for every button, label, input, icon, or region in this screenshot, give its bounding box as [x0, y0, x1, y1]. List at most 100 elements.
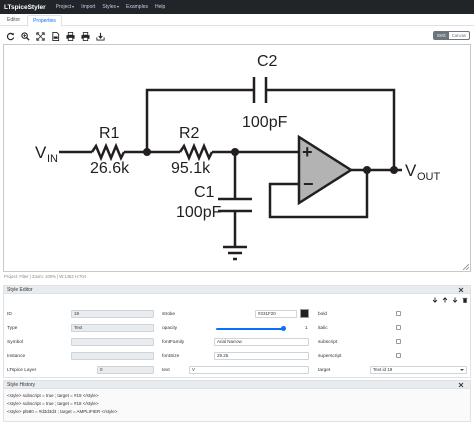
download-button[interactable] [94, 31, 107, 42]
c2-left-wire [145, 88, 254, 152]
italic-checkbox[interactable] [396, 325, 401, 330]
history-entry[interactable]: <style> subscript = true ; target = #19 … [7, 393, 99, 398]
bold-label: bold [318, 312, 328, 317]
opacity-slider-track[interactable] [216, 328, 284, 330]
symbol-field[interactable] [71, 338, 154, 346]
r1-value[interactable]: 26.6k [90, 160, 130, 177]
move-up-button[interactable] [440, 296, 450, 304]
style-editor-actions [430, 296, 470, 304]
junction-dot [231, 148, 239, 156]
print-alt-button[interactable] [79, 31, 92, 42]
svg-view-button[interactable]: SVG [433, 32, 449, 39]
history-entry[interactable]: <style> pl580 = #d3d3d3 ; target = AMPLI… [7, 409, 117, 414]
ltspice-layer-label: LTspice Layer [7, 368, 37, 373]
vout-label[interactable]: V [405, 161, 417, 180]
print-alt-icon [81, 31, 90, 41]
print-button[interactable] [64, 31, 77, 42]
fontfamily-field[interactable]: Arial Narrow [214, 338, 309, 346]
r2-resistor[interactable] [178, 142, 214, 162]
id-label: ID [7, 312, 12, 317]
type-label: Type [7, 326, 18, 331]
status-line: Project: Filter | Zoom: 100% | W:1453 H:… [4, 274, 86, 279]
fontsize-field[interactable]: 29.25 [214, 352, 309, 360]
delete-button[interactable] [460, 296, 470, 304]
chevron-down-icon [460, 369, 464, 371]
symbol-label: Symbol [7, 340, 23, 345]
close-editor-icon[interactable] [458, 287, 464, 293]
target-select[interactable]: Text id 19 [370, 366, 467, 374]
superscript-checkbox[interactable] [396, 353, 401, 358]
schematic-diagram: C2 100pF R1 26.6k R2 95.1k C1 100pF V IN… [35, 53, 441, 261]
arrow-up-icon [442, 297, 448, 303]
instance-label: Instance [7, 354, 26, 359]
view-toggle: SVG Canvas [432, 31, 470, 40]
top-navbar: LTspiceStyler Project Import Styles Exam… [0, 0, 474, 14]
nav-project-menu[interactable]: Project [56, 4, 75, 10]
chevron-down-icon [117, 5, 120, 8]
zoom-in-icon [21, 31, 30, 41]
style-editor-header: Style Editor [3, 285, 471, 294]
stroke-field[interactable]: #231F20 [255, 310, 297, 318]
canvas-toolbar [4, 29, 109, 43]
ltspice-layer-field[interactable]: 0 [97, 366, 154, 374]
refresh-icon [6, 32, 15, 40]
canvas-view-button[interactable]: Canvas [449, 32, 469, 39]
c2-value[interactable]: 100pF [242, 114, 288, 131]
export-pdf-button[interactable] [49, 31, 62, 42]
opamp-plus-sign: + [302, 142, 313, 162]
vin-subscript[interactable]: IN [47, 153, 58, 165]
opacity-slider-thumb[interactable] [281, 326, 286, 331]
target-label: target [318, 368, 331, 373]
c1-label[interactable]: C1 [194, 184, 215, 201]
r1-label[interactable]: R1 [99, 125, 120, 142]
type-field[interactable]: Text [71, 324, 154, 332]
pdf-file-icon [52, 31, 60, 41]
fit-screen-button[interactable] [34, 31, 47, 42]
tab-editor[interactable]: Editor [2, 15, 25, 26]
trash-icon [462, 297, 468, 303]
resize-handle-icon[interactable] [463, 264, 469, 270]
nav-help[interactable]: Help [155, 4, 165, 10]
nav-examples[interactable]: Examples [126, 4, 148, 10]
tab-properties[interactable]: Properties [27, 15, 62, 27]
print-icon [66, 31, 75, 41]
main-tabs: Editor Properties [0, 15, 474, 27]
junction-dot [143, 148, 151, 156]
r2-value[interactable]: 95.1k [171, 160, 211, 177]
c1-value[interactable]: 100pF [176, 204, 222, 221]
c2-label[interactable]: C2 [257, 53, 278, 70]
arrow-down-icon [432, 297, 438, 303]
move-down-button[interactable] [450, 296, 460, 304]
text-label: text [162, 368, 170, 373]
id-field[interactable]: 19 [71, 310, 154, 318]
fit-screen-icon [36, 31, 45, 41]
close-history-icon[interactable] [458, 382, 464, 388]
chevron-down-icon [72, 5, 75, 8]
zoom-in-button[interactable] [19, 31, 32, 42]
instance-field[interactable] [71, 352, 154, 360]
vout-subscript[interactable]: OUT [417, 171, 441, 183]
r1-resistor[interactable] [90, 142, 126, 162]
nav-styles-menu[interactable]: Styles [102, 4, 120, 10]
fontsize-label: fontSize [162, 354, 180, 359]
superscript-label: superscript [318, 354, 342, 359]
vin-label[interactable]: V [35, 143, 47, 162]
bold-checkbox[interactable] [396, 311, 401, 316]
schematic-canvas[interactable]: C2 100pF R1 26.6k R2 95.1k C1 100pF V IN… [3, 44, 471, 272]
r2-label[interactable]: R2 [179, 125, 200, 142]
nav-import[interactable]: Import [81, 4, 95, 10]
junction-dot [390, 166, 398, 174]
fontfamily-label: fontFamily [162, 340, 185, 345]
subscript-checkbox[interactable] [396, 339, 401, 344]
style-history-header: Style History [3, 380, 471, 389]
text-field[interactable]: V [189, 366, 309, 374]
download-style-button[interactable] [430, 296, 440, 304]
history-entry[interactable]: <style> subscript = true ; target = #18 … [7, 401, 99, 406]
refresh-button[interactable] [4, 31, 17, 42]
subscript-label: subscript [318, 340, 338, 345]
stroke-color-swatch[interactable] [300, 309, 309, 318]
stroke-label: stroke [162, 312, 176, 317]
arrow-down-alt-icon [452, 297, 458, 303]
italic-label: italic [318, 326, 328, 331]
app-brand[interactable]: LTspiceStyler [4, 4, 46, 11]
